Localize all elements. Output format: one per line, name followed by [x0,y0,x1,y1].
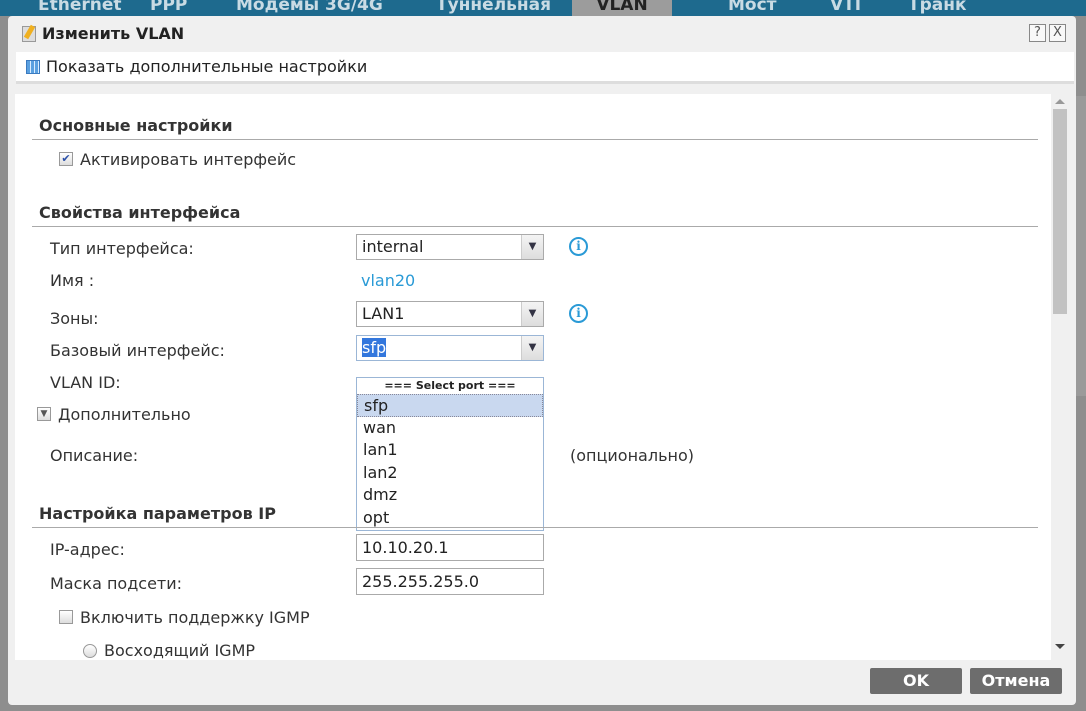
zones-label: Зоны: [50,309,99,328]
zones-value: LAN1 [362,304,405,323]
divider [32,527,1038,528]
mask-label: Маска подсети: [50,574,183,593]
divider [32,139,1038,140]
activate-checkbox[interactable]: ✔ [59,152,73,166]
type-select[interactable]: internal ▼ [356,234,544,260]
base-interface-select[interactable]: sfp ▼ [356,335,544,361]
zones-select[interactable]: LAN1 ▼ [356,301,544,327]
dropdown-option[interactable]: lan2 [357,462,543,485]
igmp-checkbox[interactable] [59,610,73,624]
top-tab-bar: Ethernet PPP Модемы 3G/4G Туннельная VLA… [0,0,1086,16]
dropdown-option[interactable]: wan [357,417,543,440]
description-label: Описание: [50,446,139,465]
dropdown-option[interactable]: dmz [357,484,543,507]
extra-toggle[interactable]: Дополнительно [58,405,191,424]
ip-input[interactable]: 10.10.20.1 [356,534,544,561]
scrollbar-thumb[interactable] [1053,109,1067,314]
dropdown-option[interactable]: lan1 [357,439,543,462]
divider [32,226,1038,227]
description-hint: (опционально) [570,446,694,465]
mask-input[interactable]: 255.255.255.0 [356,568,544,595]
name-value: vlan20 [361,271,416,290]
dialog-title: Изменить VLAN [22,24,184,43]
edit-vlan-dialog: Изменить VLAN ? X Показать дополнительны… [8,16,1076,705]
type-value: internal [362,237,424,256]
close-button[interactable]: X [1049,24,1066,42]
scroll-up-icon[interactable] [1055,99,1065,104]
dialog-content: Основные настройки ✔ Активировать интерф… [15,94,1051,660]
background-page-right [1076,96,1086,396]
table-icon [26,59,40,74]
igmp-label: Включить поддержку IGMP [80,608,310,627]
expand-toggle-icon[interactable]: ▼ [37,407,51,421]
upstream-label: Восходящий IGMP [104,641,256,660]
vlan-id-label: VLAN ID: [50,373,121,392]
type-label: Тип интерфейса: [50,239,194,258]
scrollbar[interactable] [1051,94,1069,660]
cancel-button[interactable]: Отмена [970,668,1062,694]
activate-label: Активировать интерфейс [80,150,297,169]
base-interface-label: Базовый интерфейс: [50,341,225,360]
base-interface-value: sfp [362,338,387,357]
upstream-radio[interactable] [83,644,97,658]
help-button[interactable]: ? [1029,24,1046,42]
tab-bridge[interactable]: Мост [704,0,801,16]
dropdown-option[interactable]: sfp [357,394,543,417]
tab-ppp[interactable]: PPP [126,0,211,16]
chevron-down-icon: ▼ [521,336,543,360]
chevron-down-icon: ▼ [521,302,543,326]
section-props-title: Свойства интерфейса [39,203,241,222]
edit-icon [22,24,36,42]
tab-tunnel[interactable]: Туннельная [412,0,575,16]
chevron-down-icon: ▼ [521,235,543,259]
tab-modems[interactable]: Модемы 3G/4G [212,0,407,16]
ip-label: IP-адрес: [50,540,125,559]
section-basic-title: Основные настройки [39,116,233,135]
name-label: Имя : [50,271,95,290]
info-icon[interactable]: i [569,237,588,256]
scroll-down-icon[interactable] [1055,644,1065,649]
dropdown-header: === Select port === [384,379,516,392]
tab-trunk[interactable]: Транк [884,0,991,16]
advanced-settings-link[interactable]: Показать дополнительные настройки [16,52,1074,84]
section-ip-title: Настройка параметров IP [39,504,276,523]
info-icon[interactable]: i [569,304,588,323]
ok-button[interactable]: OK [870,668,962,694]
tab-vti[interactable]: VTI [806,0,885,16]
base-interface-dropdown: === Select port === sfp wan lan1 lan2 dm… [356,377,544,531]
tab-vlan[interactable]: VLAN [572,0,672,16]
